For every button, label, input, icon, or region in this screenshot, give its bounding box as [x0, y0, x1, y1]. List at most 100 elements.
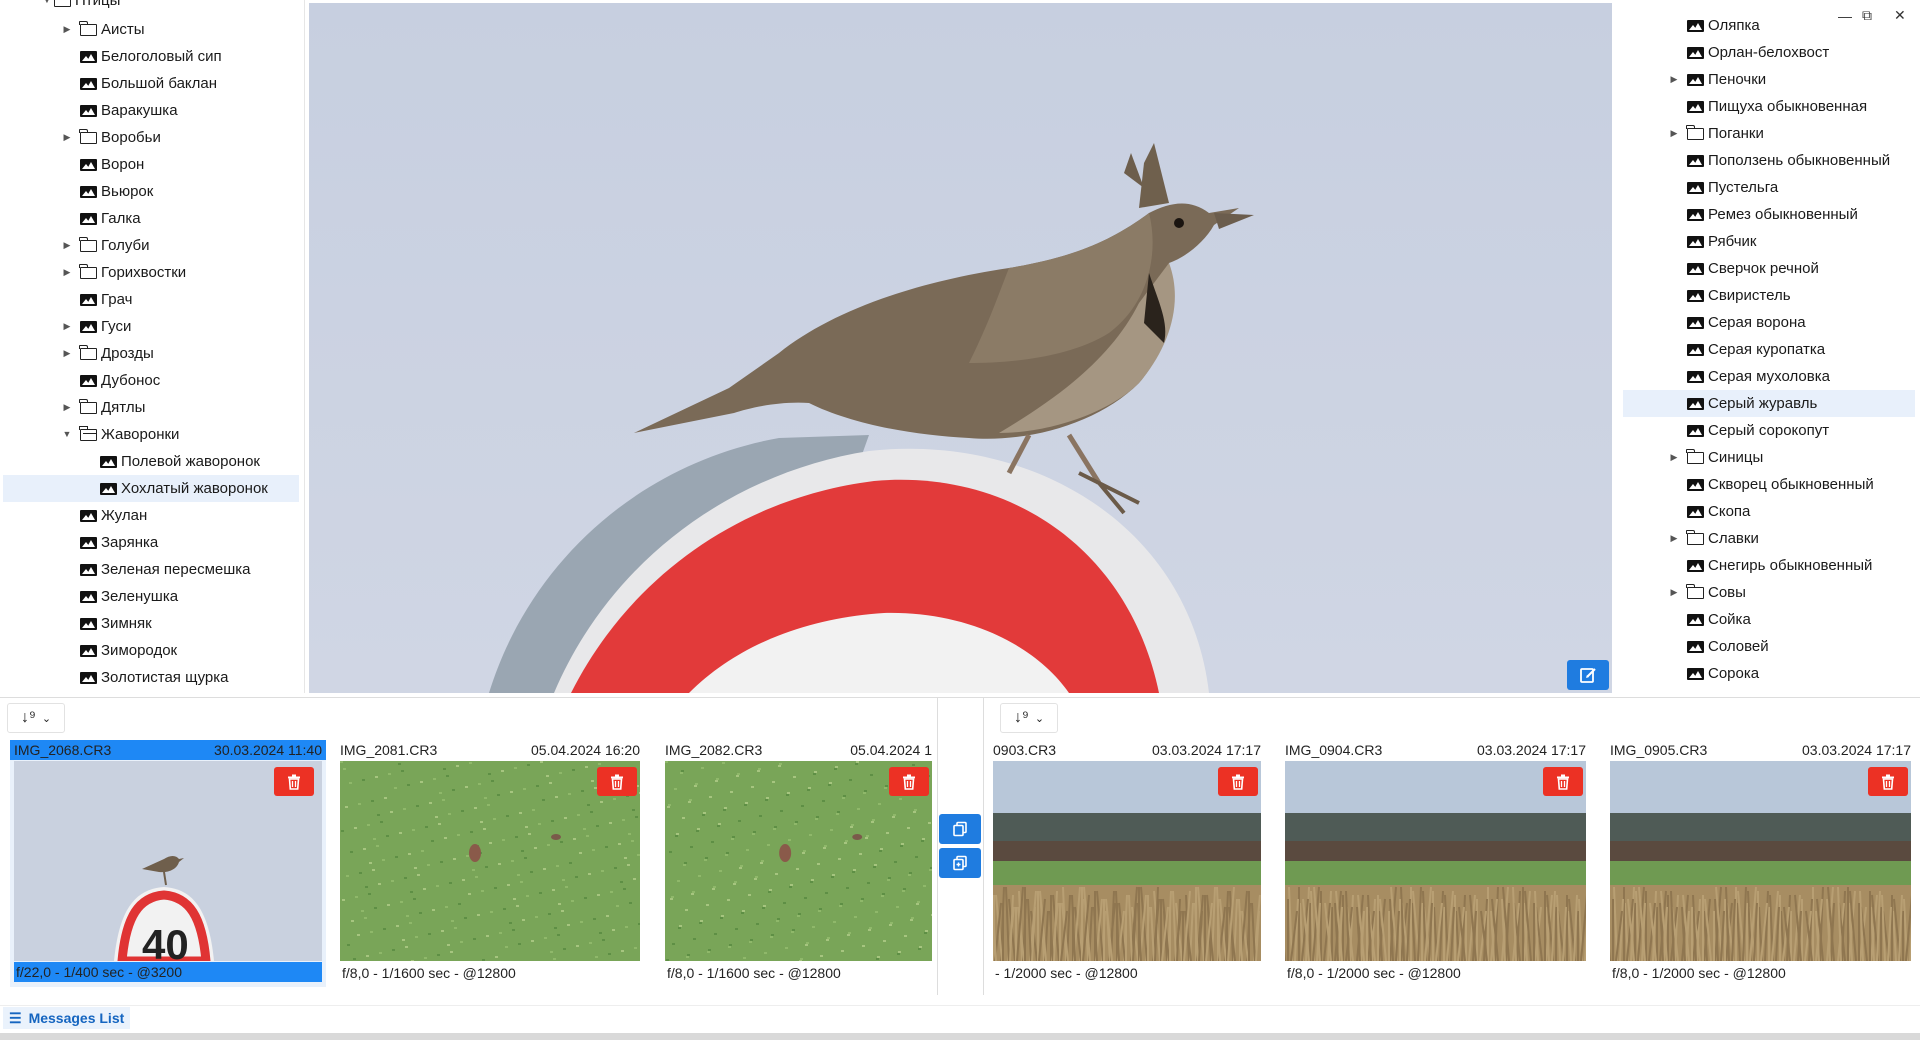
thumbnail-card[interactable]: IMG_0905.CR3 03.03.2024 17:17 f/8,0 - 1/…	[1610, 740, 1911, 987]
right-tree-item[interactable]: Сорока	[1667, 660, 1759, 687]
restore-icon[interactable]: ⧉	[1862, 7, 1872, 24]
delete-button[interactable]	[1543, 767, 1583, 796]
delete-button[interactable]	[597, 767, 637, 796]
delete-button[interactable]	[1868, 767, 1908, 796]
left-tree-item[interactable]: Зимородок	[60, 637, 177, 664]
thumbnail-card[interactable]: IMG_2081.CR3 05.04.2024 16:20 f/8,0 - 1/…	[340, 740, 640, 987]
chevron-right-icon[interactable]: ▶	[60, 232, 74, 259]
delete-button[interactable]	[274, 767, 314, 796]
chevron-right-icon[interactable]: ▶	[60, 124, 74, 151]
left-tree-item[interactable]: Зеленая пересмешка	[60, 556, 251, 583]
right-tree-item[interactable]: Скопа	[1667, 498, 1750, 525]
thumbnail-image[interactable]	[1285, 761, 1586, 961]
left-tree-item[interactable]: Грач	[60, 286, 132, 313]
left-sort-button[interactable]: ↓⁹ ⌄	[7, 703, 65, 733]
left-tree-item[interactable]: ▼ Жаворонки	[60, 421, 179, 448]
delete-button[interactable]	[889, 767, 929, 796]
left-tree-item[interactable]: ▶ Горихвостки	[60, 259, 186, 286]
left-tree-item[interactable]: Белоголовый сип	[60, 43, 222, 70]
messages-list-tab[interactable]: ☰ Messages List	[3, 1007, 131, 1029]
image-folder-icon	[80, 294, 97, 306]
thumbnail-card[interactable]: IMG_2068.CR3 30.03.2024 11:40 40 f/22,0 …	[10, 740, 326, 987]
left-tree-item[interactable]: Золотистая щурка	[60, 664, 229, 691]
left-tree-item[interactable]: ▶ Дрозды	[60, 340, 154, 367]
left-tree-item[interactable]: Вьюрок	[60, 178, 153, 205]
right-tree-item[interactable]: Рябчик	[1667, 228, 1756, 255]
right-tree-item[interactable]: Снегирь обыкновенный	[1667, 552, 1872, 579]
right-tree-item[interactable]: Серая ворона	[1667, 309, 1806, 336]
right-tree-item[interactable]: Свиристель	[1667, 282, 1791, 309]
right-tree-item[interactable]: ▶ Синицы	[1667, 444, 1763, 471]
left-tree-item[interactable]: ▶ Аисты	[60, 16, 145, 43]
right-tree-item[interactable]: ▶ Славки	[1667, 525, 1759, 552]
left-tree-item[interactable]: Галка	[60, 205, 141, 232]
chevron-right-icon[interactable]: ▶	[1667, 444, 1681, 471]
chevron-right-icon[interactable]: ▶	[1667, 120, 1681, 147]
left-tree-item[interactable]: Зимняк	[60, 610, 152, 637]
thumbnail-card[interactable]: IMG_2082.CR3 05.04.2024 1 f/8,0 - 1/1600…	[665, 740, 932, 987]
right-tree-item[interactable]: ▶ Совы	[1667, 579, 1746, 606]
left-tree-item[interactable]: Зарянка	[60, 529, 158, 556]
left-tree-item[interactable]: Большой баклан	[60, 70, 217, 97]
right-tree-item[interactable]: Ремез обыкновенный	[1667, 201, 1858, 228]
close-icon[interactable]: ✕	[1894, 7, 1906, 24]
thumbnail-filename: IMG_0904.CR3	[1285, 742, 1383, 758]
right-tree-item[interactable]: ▶ Пеночки	[1667, 66, 1767, 93]
left-tree-item[interactable]: ▶ Голуби	[60, 232, 150, 259]
right-tree-item[interactable]: Поползень обыкновенный	[1667, 147, 1890, 174]
left-tree-item[interactable]: Ворон	[60, 151, 144, 178]
chevron-right-icon[interactable]: ▶	[60, 259, 74, 286]
right-tree-item[interactable]: Сверчок речной	[1667, 255, 1819, 282]
chevron-right-icon[interactable]: ▶	[60, 340, 74, 367]
right-tree-item[interactable]: Скворец обыкновенный	[1667, 471, 1874, 498]
left-tree-item[interactable]: ▶ Воробьи	[60, 124, 161, 151]
right-sort-button[interactable]: ↓⁹ ⌄	[1000, 703, 1058, 733]
right-tree-item[interactable]: Серая куропатка	[1667, 336, 1825, 363]
tree-item-partial[interactable]	[1687, 0, 1708, 6]
chevron-right-icon[interactable]: ▶	[60, 313, 74, 340]
right-tree-item[interactable]: Пищуха обыкновенная	[1667, 93, 1867, 120]
left-folder-tree[interactable]: ▼ Птицы ▶ Аисты Белоголовый сип Большой бак…	[0, 0, 305, 693]
thumbnail-image[interactable]	[340, 761, 640, 961]
tree-item-label: Сорока	[1708, 665, 1760, 682]
left-tree-item[interactable]: Зеленушка	[60, 583, 178, 610]
right-tree-item[interactable]: Соловей	[1667, 633, 1769, 660]
tree-item-label: Грач	[101, 291, 133, 308]
chevron-right-icon[interactable]: ▶	[1667, 579, 1681, 606]
duplicate-button[interactable]	[939, 848, 981, 878]
right-folder-tree[interactable]: Оляпка Орлан-белохвост ▶ Пеночки Пищуха обык…	[1617, 0, 1920, 693]
right-tree-item[interactable]: Серый сорокопут	[1667, 417, 1829, 444]
right-tree-item[interactable]: Серый журавль	[1623, 390, 1915, 417]
right-tree-item[interactable]: Серая мухоловка	[1667, 363, 1830, 390]
copy-button[interactable]	[939, 814, 981, 844]
folder-open-icon	[54, 0, 71, 7]
thumbnail-card[interactable]: IMG_0904.CR3 03.03.2024 17:17 f/8,0 - 1/…	[1285, 740, 1586, 987]
chevron-right-icon[interactable]: ▶	[1667, 525, 1681, 552]
right-tree-item[interactable]: Оляпка	[1667, 12, 1760, 39]
right-tree-item[interactable]: Пустельга	[1667, 174, 1778, 201]
edit-button[interactable]	[1567, 660, 1609, 690]
left-tree-item[interactable]: Дубонос	[60, 367, 160, 394]
right-tree-item[interactable]: Сойка	[1667, 606, 1751, 633]
delete-button[interactable]	[1218, 767, 1258, 796]
left-tree-item[interactable]: ▶ Дятлы	[60, 394, 145, 421]
tree-item-label: Зарянка	[101, 534, 159, 551]
thumbnail-card[interactable]: 0903.CR3 03.03.2024 17:17 - 1/2000 sec -…	[993, 740, 1261, 987]
chevron-right-icon[interactable]: ▶	[1667, 66, 1681, 93]
right-tree-item[interactable]: ▶ Поганки	[1667, 120, 1764, 147]
chevron-right-icon[interactable]: ▶	[60, 394, 74, 421]
left-tree-item[interactable]: Жулан	[60, 502, 147, 529]
left-tree-item[interactable]: Варакушка	[60, 97, 178, 124]
thumbnail-image[interactable]	[1610, 761, 1911, 961]
chevron-down-icon[interactable]: ▼	[60, 421, 74, 448]
tree-root-item[interactable]: ▼ Птицы	[40, 0, 120, 14]
main-photo-view[interactable]	[309, 3, 1612, 693]
left-tree-item[interactable]: Хохлатый жаворонок	[3, 475, 299, 502]
crested-lark-photo	[309, 3, 1612, 693]
chevron-right-icon[interactable]: ▶	[60, 16, 74, 43]
chevron-down-icon[interactable]: ▼	[40, 0, 54, 14]
left-tree-item[interactable]: Полевой жаворонок	[80, 448, 260, 475]
right-tree-item[interactable]: Орлан-белохвост	[1667, 39, 1829, 66]
minimize-icon[interactable]: —	[1838, 8, 1852, 24]
left-tree-item[interactable]: ▶ Гуси	[60, 313, 132, 340]
